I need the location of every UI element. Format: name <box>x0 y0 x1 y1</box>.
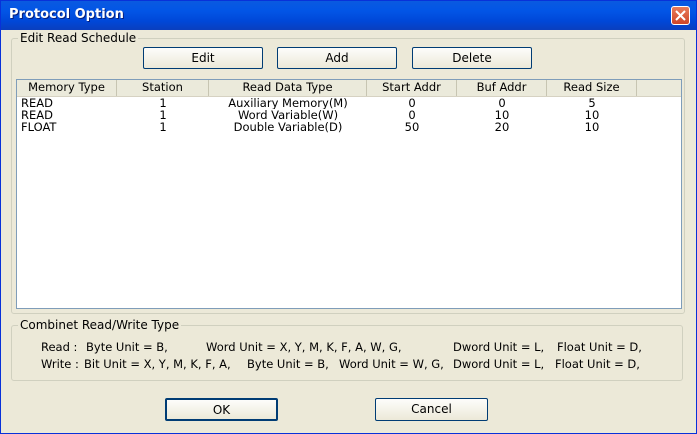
title-bar: Protocol Option <box>1 1 696 30</box>
write-dword-unit: Dword Unit = L, <box>453 357 545 371</box>
read-word-unit: Word Unit = X, Y, M, K, F, A, W, G, <box>206 340 402 354</box>
cancel-button[interactable]: Cancel <box>375 398 488 421</box>
cell-read-size: 10 <box>584 109 600 121</box>
edit-button[interactable]: Edit <box>143 47 263 69</box>
close-button[interactable] <box>671 6 690 25</box>
list-header: Memory Type Station Read Data Type Start… <box>17 80 681 97</box>
combined-read-write-title: Combinet Read/Write Type <box>18 318 182 332</box>
add-button[interactable]: Add <box>277 47 397 69</box>
cell-buf-addr: 20 <box>494 121 510 133</box>
write-word-unit: Word Unit = W, G, <box>339 357 444 371</box>
cell-memory-type: READ <box>21 109 53 121</box>
write-bit-unit: Bit Unit = X, Y, M, K, F, A, <box>84 357 231 371</box>
read-label: Read : <box>41 340 78 354</box>
cell-station: 1 <box>159 109 167 121</box>
column-header-memory-type[interactable]: Memory Type <box>17 80 117 96</box>
read-float-unit: Float Unit = D, <box>557 340 642 354</box>
column-header-station[interactable]: Station <box>117 80 209 96</box>
cell-read-data-type: Word Variable(W) <box>237 109 339 121</box>
column-header-read-data-type[interactable]: Read Data Type <box>209 80 367 96</box>
close-icon <box>675 10 686 21</box>
edit-read-schedule-title: Edit Read Schedule <box>18 31 139 45</box>
delete-button[interactable]: Delete <box>412 47 532 69</box>
column-header-read-size[interactable]: Read Size <box>547 80 637 96</box>
window-title: Protocol Option <box>9 7 124 22</box>
protocol-option-dialog: Protocol Option Edit Read Schedule Edit … <box>0 0 697 434</box>
cell-memory-type: READ <box>21 97 53 109</box>
cell-memory-type: FLOAT <box>21 121 57 133</box>
cell-read-data-type: Auxiliary Memory(M) <box>228 97 348 109</box>
read-dword-unit: Dword Unit = L, <box>453 340 545 354</box>
cell-start-addr: 50 <box>404 121 420 133</box>
column-header-start-addr[interactable]: Start Addr <box>367 80 457 96</box>
ok-button[interactable]: OK <box>165 398 278 421</box>
cell-buf-addr: 0 <box>498 97 506 109</box>
table-row[interactable]: FLOAT 1 Double Variable(D) 50 20 10 <box>17 121 681 133</box>
column-header-buf-addr[interactable]: Buf Addr <box>457 80 547 96</box>
cell-start-addr: 0 <box>408 97 416 109</box>
write-label: Write : <box>41 357 79 371</box>
cell-start-addr: 0 <box>408 109 416 121</box>
write-byte-unit: Byte Unit = B, <box>247 357 329 371</box>
cell-read-size: 10 <box>584 121 600 133</box>
write-float-unit: Float Unit = D, <box>555 357 640 371</box>
table-row[interactable]: READ 1 Word Variable(W) 0 10 10 <box>17 109 681 121</box>
read-schedule-list[interactable]: Memory Type Station Read Data Type Start… <box>16 79 682 309</box>
cell-station: 1 <box>159 97 167 109</box>
table-row[interactable]: READ 1 Auxiliary Memory(M) 0 0 5 <box>17 97 681 109</box>
read-byte-unit: Byte Unit = B, <box>86 340 168 354</box>
cell-buf-addr: 10 <box>494 109 510 121</box>
cell-read-size: 5 <box>588 97 596 109</box>
cell-station: 1 <box>159 121 167 133</box>
cell-read-data-type: Double Variable(D) <box>233 121 343 133</box>
